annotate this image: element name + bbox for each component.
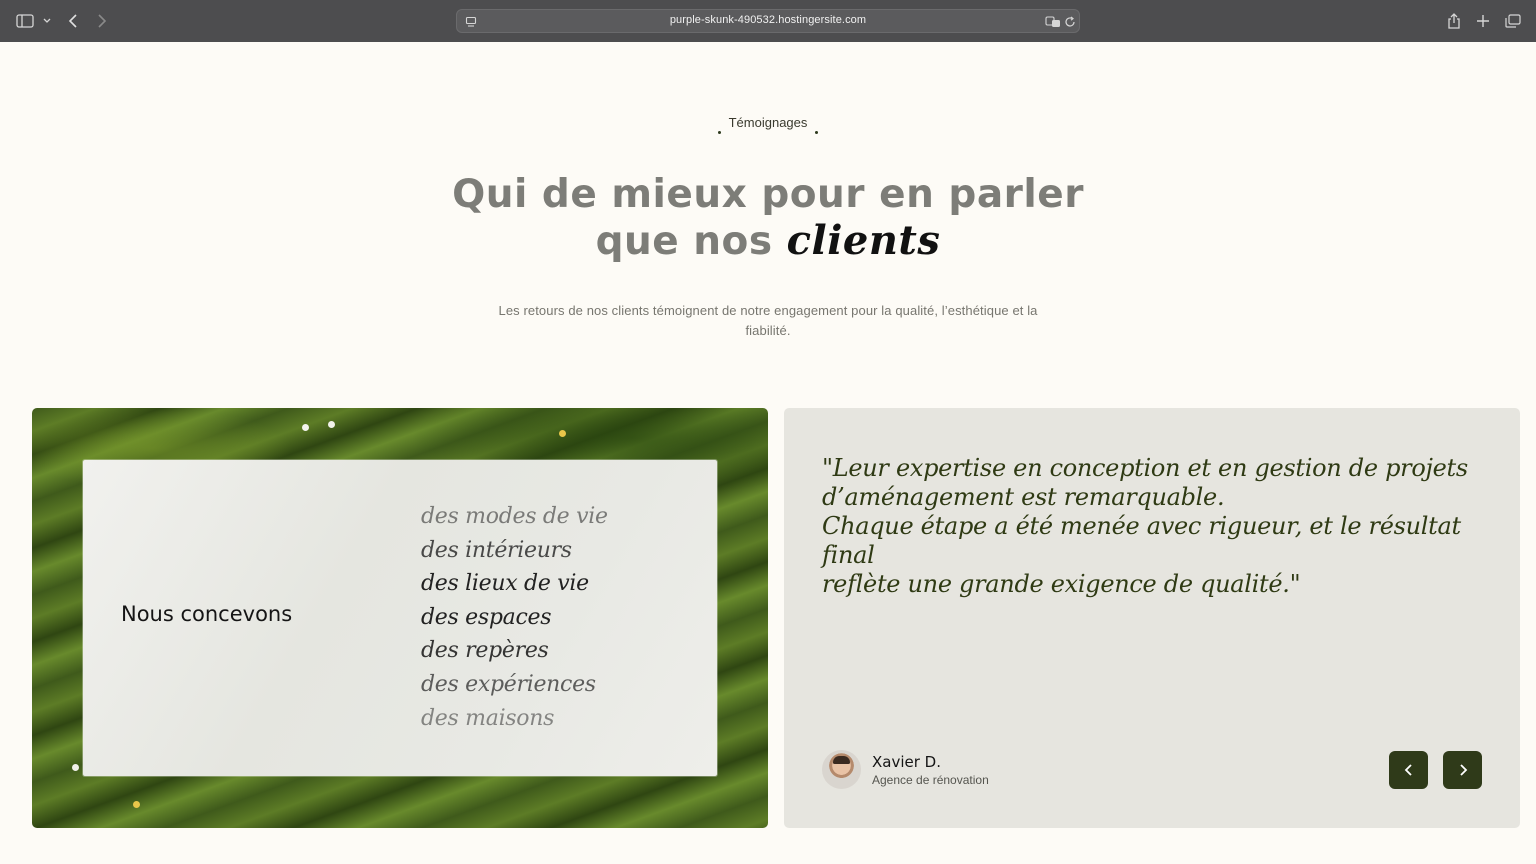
title-emphasis: clients — [786, 217, 941, 264]
section-subtitle: Les retours de nos clients témoignent de… — [498, 303, 1038, 338]
quote-line: reflète une grande exigence de qualité." — [822, 570, 1301, 598]
flower-decoration — [133, 801, 140, 808]
quote-line: Chaque étape a été menée avec rigueur, e… — [822, 512, 1461, 569]
author-role: Agence de rénovation — [872, 773, 989, 787]
testimonial-quote: "Leur expertise en conception et en gest… — [822, 454, 1492, 599]
chevron-right-icon — [1459, 764, 1467, 776]
frosted-panel: Nous concevons des modes de vie des intér… — [83, 460, 717, 776]
flower-decoration — [559, 430, 566, 437]
flower-decoration — [72, 764, 79, 771]
rotating-word: des lieux de vie — [421, 571, 589, 597]
browser-toolbar: purple-skunk-490532.hostingersite.com — [0, 0, 1536, 42]
url-text: purple-skunk-490532.hostingersite.com — [669, 14, 867, 26]
we-design-label: Nous concevons — [121, 602, 293, 626]
author-name: Xavier D. — [872, 753, 941, 771]
chevron-down-icon[interactable] — [37, 11, 57, 31]
section-eyebrow: Témoignages — [0, 115, 1536, 134]
rotating-word: des maisons — [421, 705, 555, 731]
rotating-words-list: des modes de vie des intérieurs des lieux … — [421, 500, 608, 735]
address-bar[interactable]: purple-skunk-490532.hostingersite.com — [456, 9, 1080, 33]
prev-testimonial-button[interactable] — [1389, 751, 1428, 789]
rotating-word: des espaces — [421, 604, 552, 630]
title-line-1: Qui de mieux pour en parler — [452, 172, 1084, 217]
eyebrow-dot-left — [717, 131, 721, 134]
chevron-left-icon — [1404, 764, 1412, 776]
rotating-word: des intérieurs — [421, 537, 572, 563]
quote-line: d’aménagement est remarquable. — [822, 483, 1225, 511]
tabs-icon[interactable] — [1503, 11, 1523, 31]
reload-icon[interactable] — [1060, 12, 1080, 32]
flower-decoration — [328, 421, 335, 428]
sidebar-icon[interactable] — [15, 11, 35, 31]
quote-line: "Leur expertise en conception et en gest… — [822, 454, 1468, 482]
share-icon[interactable] — [1444, 11, 1464, 31]
testimonial-card: "Leur expertise en conception et en gest… — [784, 408, 1520, 828]
rotating-word: des repères — [421, 638, 549, 664]
new-tab-icon[interactable] — [1473, 11, 1493, 31]
flower-decoration — [302, 424, 309, 431]
section-title: Qui de mieux pour en parler que nos clie… — [0, 172, 1536, 265]
back-icon[interactable] — [63, 11, 83, 31]
rotating-word: des expériences — [421, 671, 596, 697]
eyebrow-dot-right — [815, 131, 819, 134]
rotating-word: des modes de vie — [421, 504, 608, 529]
next-testimonial-button[interactable] — [1443, 751, 1482, 789]
avatar — [822, 750, 861, 789]
grass-image-card: Nous concevons des modes de vie des intér… — [32, 408, 768, 828]
title-line-2-plain: que nos — [595, 219, 787, 264]
eyebrow-label: Témoignages — [728, 115, 808, 130]
forward-icon[interactable] — [92, 11, 112, 31]
